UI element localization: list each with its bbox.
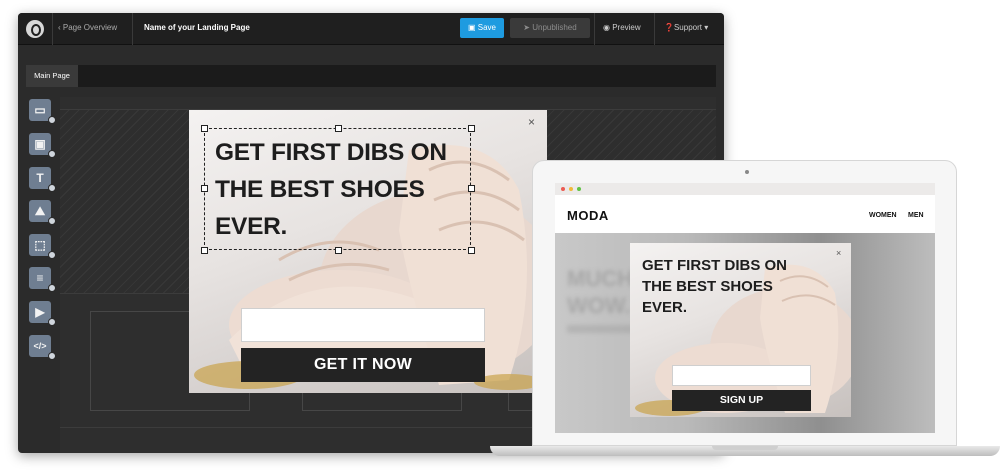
support-menu-button[interactable]: ❓Support ▾ xyxy=(664,23,708,32)
save-icon: ▣ xyxy=(467,23,478,32)
editor-popup[interactable]: × GET FIRST DIBS ON THE BEST SHOES EVER.… xyxy=(189,110,547,393)
close-icon[interactable]: × xyxy=(528,116,535,128)
resize-handle[interactable] xyxy=(335,247,342,254)
camera-icon xyxy=(745,170,749,174)
section-tool[interactable]: ▭ xyxy=(29,99,56,124)
email-input[interactable] xyxy=(672,365,811,386)
add-dot-icon xyxy=(48,217,56,225)
email-input[interactable] xyxy=(241,308,485,342)
form-tool[interactable]: ≡ xyxy=(29,267,56,292)
preview-popup[interactable]: × GET FIRST DIBS ON THE BEST SHOES EVER.… xyxy=(630,243,851,417)
divider xyxy=(52,13,53,45)
box-tool[interactable]: ▣ xyxy=(29,133,56,158)
paper-plane-icon: ➤ xyxy=(523,23,533,32)
divider xyxy=(132,13,133,45)
preview-label: Preview xyxy=(612,23,641,32)
video-tool[interactable]: ▶ xyxy=(29,301,56,326)
resize-handle[interactable] xyxy=(335,125,342,132)
resize-handle[interactable] xyxy=(468,125,475,132)
close-icon[interactable]: × xyxy=(836,247,841,259)
laptop-screen: MODA WOMEN MEN MUCH WOW. × GET FIRST DIB… xyxy=(555,183,935,433)
sign-up-button[interactable]: SIGN UP xyxy=(672,390,811,411)
divider xyxy=(654,13,655,45)
hero-subtext xyxy=(567,325,637,333)
page-name-title[interactable]: Name of your Landing Page xyxy=(144,23,250,32)
add-dot-icon xyxy=(48,150,56,158)
laptop-notch xyxy=(712,446,778,450)
code-tool[interactable]: </> xyxy=(29,335,56,360)
resize-handle[interactable] xyxy=(201,185,208,192)
question-icon: ❓ xyxy=(664,23,674,32)
save-label: Save xyxy=(477,23,496,32)
popup-headline: GET FIRST DIBS ON THE BEST SHOES EVER. xyxy=(642,257,788,316)
site-logo[interactable]: MODA xyxy=(567,208,609,223)
add-dot-icon xyxy=(48,116,56,124)
resize-handle[interactable] xyxy=(468,247,475,254)
add-dot-icon xyxy=(48,284,56,292)
app-logo-icon[interactable] xyxy=(26,20,44,38)
button-tool[interactable]: ⬚ xyxy=(29,234,56,259)
tab-main-page[interactable]: Main Page xyxy=(26,65,78,87)
save-button[interactable]: ▣ Save xyxy=(460,18,504,38)
support-label: Support ▾ xyxy=(673,23,709,32)
page-overview-link[interactable]: ‹ Page Overview xyxy=(58,23,117,32)
site-hero: MUCH WOW. × GET FIRST DIBS ON THE BEST S… xyxy=(555,233,935,433)
page-tabs: Main Page xyxy=(26,65,716,87)
add-dot-icon xyxy=(48,352,56,360)
image-tool[interactable]: ⛰ xyxy=(29,200,56,225)
eye-icon: ◉ xyxy=(603,23,613,32)
divider xyxy=(594,13,595,45)
resize-handle[interactable] xyxy=(201,247,208,254)
text-tool[interactable]: T xyxy=(29,167,56,192)
unpublished-button[interactable]: ➤ Unpublished xyxy=(510,18,590,38)
get-it-now-button[interactable]: GET IT NOW xyxy=(241,348,485,382)
close-window-icon[interactable] xyxy=(561,187,565,191)
stage: ‹ Page Overview Name of your Landing Pag… xyxy=(0,0,1000,473)
add-dot-icon xyxy=(48,251,56,259)
maximize-window-icon[interactable] xyxy=(577,187,581,191)
add-dot-icon xyxy=(48,318,56,326)
preview-button[interactable]: ◉ Preview xyxy=(603,23,641,32)
unpublished-label: Unpublished xyxy=(532,23,577,32)
editor-topbar: ‹ Page Overview Name of your Landing Pag… xyxy=(18,13,724,45)
minimize-window-icon[interactable] xyxy=(569,187,573,191)
browser-bar xyxy=(555,183,935,195)
nav-men-link[interactable]: MEN xyxy=(908,212,924,219)
resize-handle[interactable] xyxy=(201,125,208,132)
text-selection-box[interactable] xyxy=(204,128,471,250)
add-dot-icon xyxy=(48,184,56,192)
nav-women-link[interactable]: WOMEN xyxy=(869,212,897,219)
resize-handle[interactable] xyxy=(468,185,475,192)
site-header: MODA WOMEN MEN xyxy=(555,195,935,233)
